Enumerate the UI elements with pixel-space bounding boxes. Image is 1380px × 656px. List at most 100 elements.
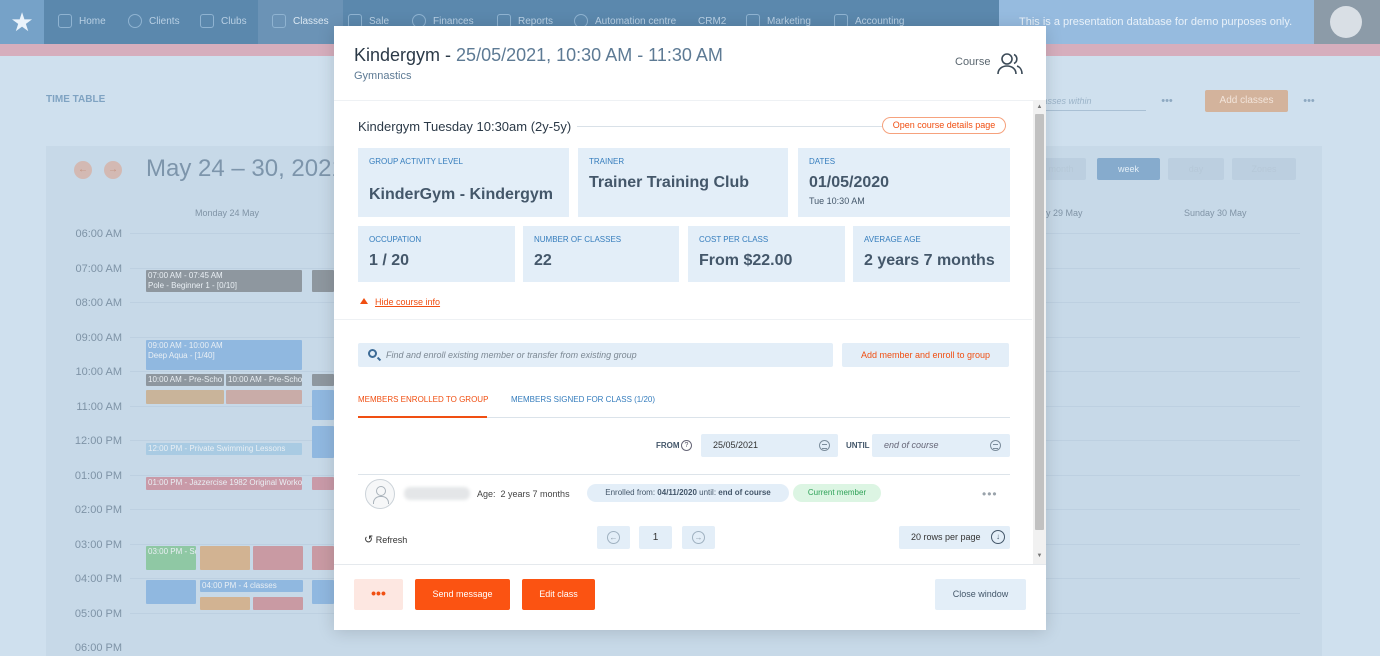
dumbbell-icon xyxy=(200,14,214,29)
from-date-input[interactable]: 25/05/2021 xyxy=(701,434,838,457)
trainer-card: TRAINER Trainer Training Club xyxy=(578,148,788,217)
calendar-event[interactable] xyxy=(146,390,224,404)
until-date-input[interactable]: end of course xyxy=(872,434,1010,457)
calendar-event[interactable]: 01:00 PM - Jazzercise 1982 Original Work… xyxy=(146,477,302,490)
hour-label: 11:00 AM xyxy=(76,401,122,413)
clients-icon xyxy=(128,14,142,29)
calendar-event[interactable]: 03:00 PM - Squads xyxy=(146,546,196,570)
classes-search-input[interactable]: classes within xyxy=(1036,91,1146,111)
calendar-event[interactable] xyxy=(200,546,250,570)
hour-label: 02:00 PM xyxy=(74,504,122,516)
calendar-event[interactable] xyxy=(312,580,334,604)
status-badge: Current member xyxy=(793,484,881,502)
enrolled-badge: Enrolled from: 04/11/2020 until: end of … xyxy=(587,484,789,502)
refresh-icon: ↺ xyxy=(364,534,374,546)
nav-clients[interactable]: Clients xyxy=(128,0,180,44)
rows-per-page-select[interactable]: 20 rows per page ↓ xyxy=(899,526,1010,549)
calendar-event[interactable] xyxy=(312,374,334,386)
hour-label: 08:00 AM xyxy=(75,297,122,309)
hour-label: 12:00 PM xyxy=(74,435,122,447)
edit-class-button[interactable]: Edit class xyxy=(522,579,595,610)
calendar-event[interactable] xyxy=(226,390,302,404)
calendar-event[interactable]: 12:00 PM - Private Swimming Lessons xyxy=(146,443,302,455)
view-zones[interactable]: Zones xyxy=(1232,158,1296,180)
day-header: Monday 24 May xyxy=(195,208,260,218)
add-member-button[interactable]: Add member and enroll to group xyxy=(842,343,1009,367)
day-header: Sunday 30 May xyxy=(1184,208,1247,218)
scroll-down-icon[interactable]: ▼ xyxy=(1035,551,1044,561)
divider xyxy=(334,564,1046,565)
user-avatar[interactable] xyxy=(1314,0,1380,44)
calendar-event[interactable] xyxy=(312,477,334,490)
nav-classes[interactable]: Classes xyxy=(258,0,343,44)
divider xyxy=(358,474,1010,475)
search-icon xyxy=(368,349,377,358)
scroll-up-icon[interactable]: ▲ xyxy=(1035,102,1044,112)
modal-subtitle: Gymnastics xyxy=(354,70,412,82)
open-course-details-button[interactable]: Open course details page xyxy=(882,117,1006,134)
row-actions-icon[interactable]: ••• xyxy=(982,487,998,501)
more-options-icon-2[interactable]: ••• xyxy=(1298,90,1320,112)
close-window-button[interactable]: Close window xyxy=(935,579,1026,610)
hour-label: 04:00 PM xyxy=(74,573,122,585)
cost-per-class-card: COST PER CLASS From $22.00 xyxy=(688,226,845,282)
hour-label: 10:00 AM xyxy=(75,366,122,378)
classes-icon xyxy=(272,14,286,29)
member-search xyxy=(358,343,833,367)
calendar-event[interactable]: 04:00 PM - 4 classes xyxy=(200,580,303,592)
scrollbar-thumb[interactable] xyxy=(1035,114,1044,530)
calendar-event[interactable] xyxy=(312,546,334,570)
add-classes-button[interactable]: Add classes xyxy=(1205,90,1288,112)
calendar-event[interactable] xyxy=(253,546,303,570)
member-name-redacted[interactable] xyxy=(404,487,470,500)
member-age: Age: 2 years 7 months xyxy=(477,489,570,499)
active-tab-indicator xyxy=(358,416,487,418)
help-icon[interactable]: ? xyxy=(681,440,692,451)
member-search-input[interactable] xyxy=(386,343,826,367)
nav-clubs[interactable]: Clubs xyxy=(200,0,247,44)
users-icon xyxy=(997,53,1023,75)
occupation-card: OCCUPATION 1 / 20 xyxy=(358,226,515,282)
page-title: TIME TABLE xyxy=(46,94,106,105)
calendar-event[interactable] xyxy=(312,426,334,458)
tab-members-signed[interactable]: MEMBERS SIGNED FOR CLASS (1/20) xyxy=(511,395,655,404)
week-title: May 24 – 30, 2021 xyxy=(146,155,345,182)
page-number[interactable]: 1 xyxy=(639,526,672,549)
more-actions-button[interactable]: ••• xyxy=(354,579,403,610)
hide-course-info-link[interactable]: Hide course info xyxy=(360,297,440,307)
star-logo-icon[interactable]: ★ xyxy=(0,0,44,44)
refresh-button[interactable]: ↺ Refresh xyxy=(364,533,407,546)
calendar-event[interactable]: 10:00 AM - Pre-Scho xyxy=(146,374,224,386)
view-week[interactable]: week xyxy=(1097,158,1160,180)
arrow-left-icon: ← xyxy=(607,530,620,544)
demo-notice: This is a presentation database for demo… xyxy=(999,0,1314,44)
calendar-event[interactable] xyxy=(253,597,303,610)
calendar-event[interactable] xyxy=(146,580,196,604)
hour-label: 05:00 PM xyxy=(74,608,122,620)
calendar-event[interactable]: 09:00 AM - 10:00 AM Deep Aqua - [1/40] xyxy=(146,340,302,370)
prev-week-icon[interactable]: ← xyxy=(74,161,92,179)
tab-members-enrolled[interactable]: MEMBERS ENROLLED TO GROUP xyxy=(358,395,488,404)
hour-label: 01:00 PM xyxy=(74,470,122,482)
nav-home[interactable]: Home xyxy=(58,0,106,44)
calendar-event[interactable] xyxy=(200,597,250,610)
calendar-icon xyxy=(819,440,830,451)
next-week-icon[interactable]: → xyxy=(104,161,122,179)
calendar-event[interactable]: 07:00 AM - 07:45 AM Pole - Beginner 1 - [… xyxy=(146,270,302,292)
send-message-button[interactable]: Send message xyxy=(415,579,510,610)
calendar-event[interactable] xyxy=(312,390,334,420)
hour-label: 06:00 PM xyxy=(74,642,122,654)
hour-label: 07:00 AM xyxy=(75,263,122,275)
arrow-right-icon: → xyxy=(692,530,705,544)
home-icon xyxy=(58,14,72,29)
hour-label: 06:00 AM xyxy=(75,228,122,240)
more-options-icon[interactable]: ••• xyxy=(1156,90,1178,112)
calendar-icon xyxy=(990,440,1001,451)
view-day[interactable]: day xyxy=(1168,158,1224,180)
member-avatar-icon xyxy=(365,479,395,509)
next-page-button[interactable]: → xyxy=(682,526,715,549)
calendar-event[interactable] xyxy=(312,270,334,292)
chevron-down-icon: ↓ xyxy=(991,530,1005,544)
prev-page-button[interactable]: ← xyxy=(597,526,630,549)
calendar-event[interactable]: 10:00 AM - Pre-Scho xyxy=(226,374,302,386)
